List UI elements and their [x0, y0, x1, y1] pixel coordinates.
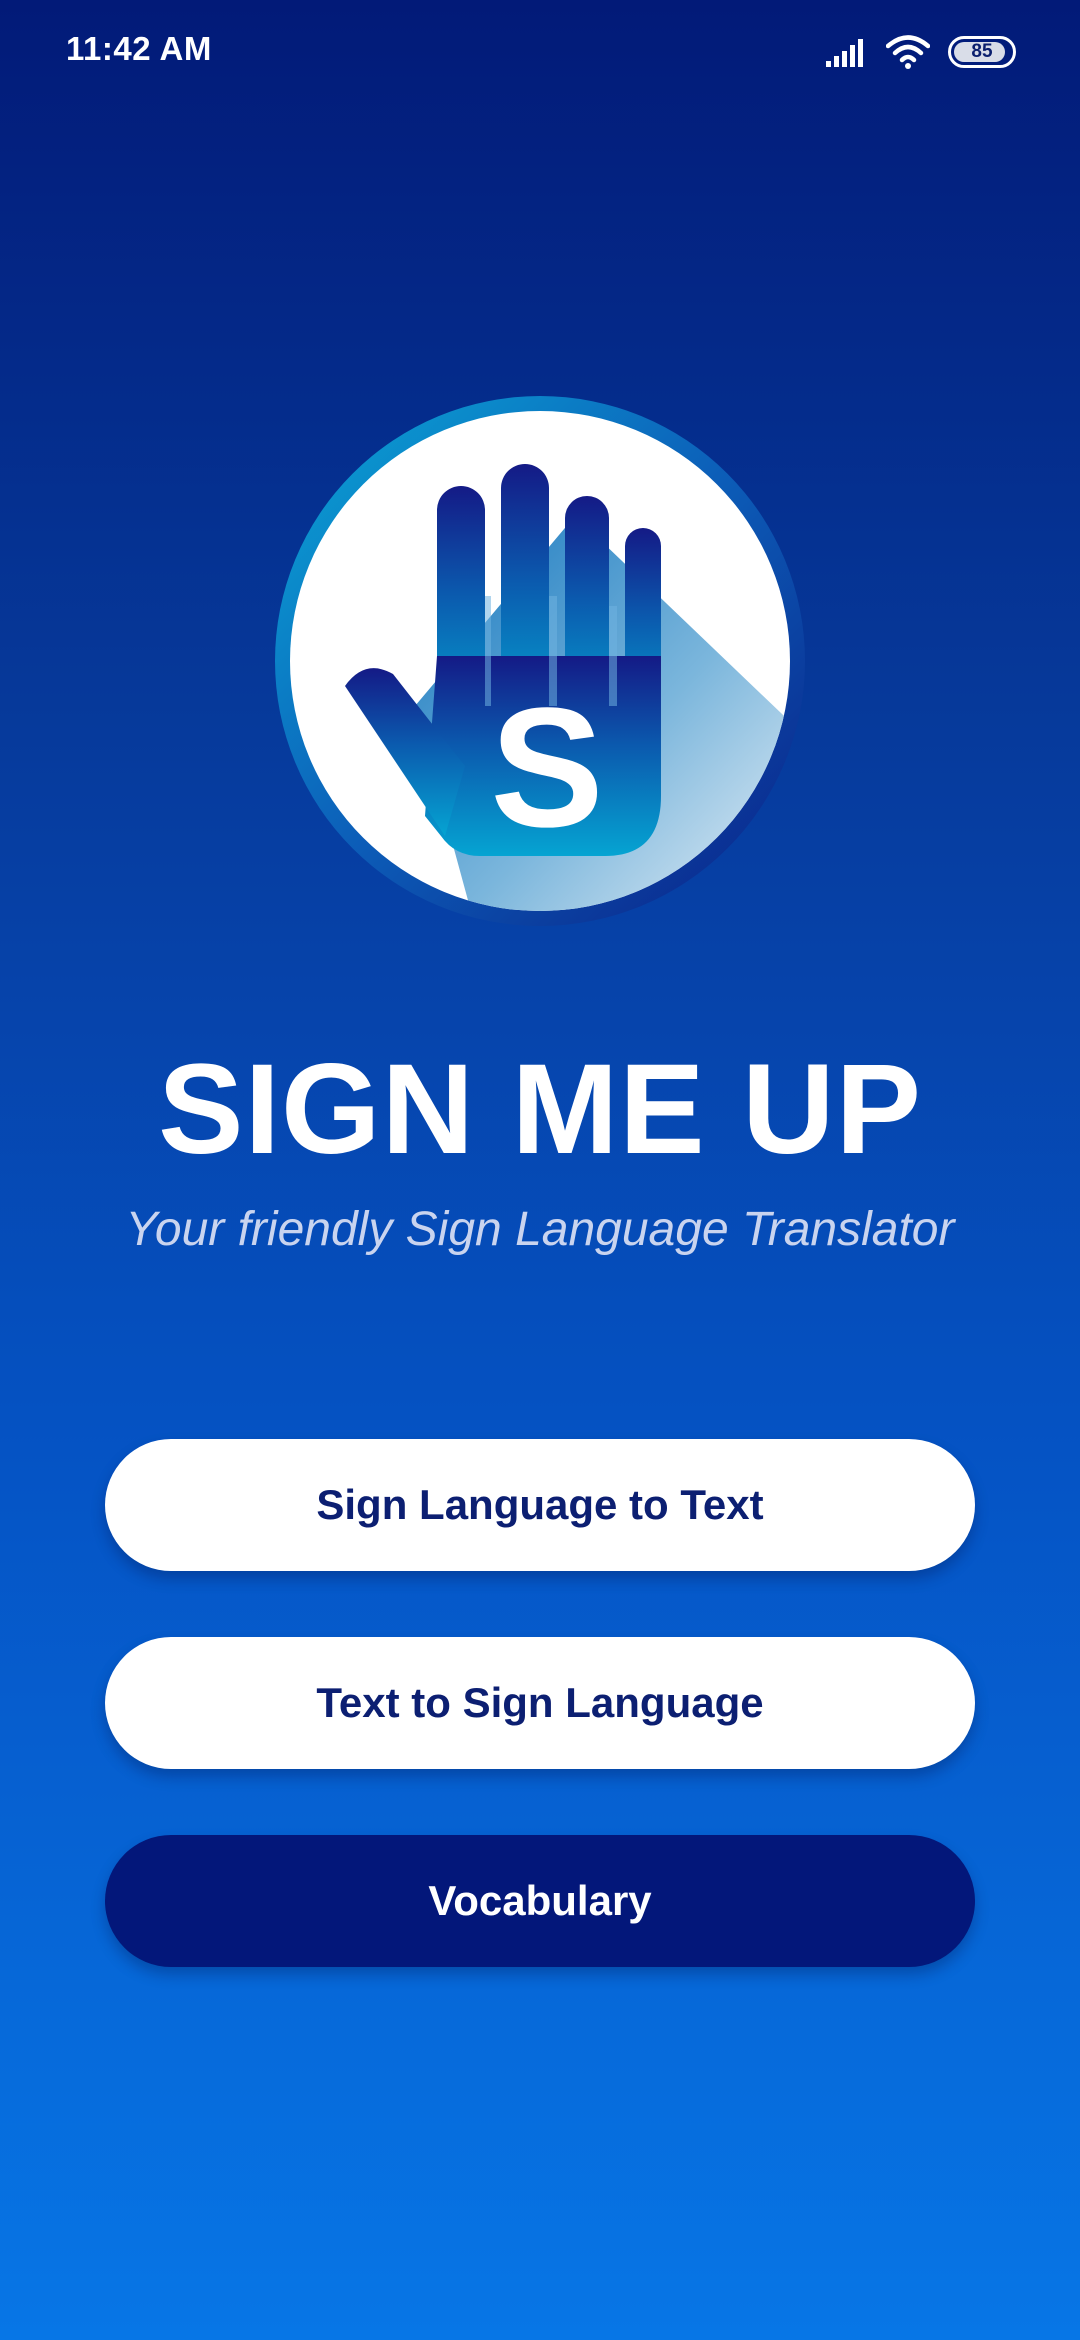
app-subtitle: Your friendly Sign Language Translator [125, 1203, 955, 1256]
text-to-sign-button[interactable]: Text to Sign Language [105, 1637, 975, 1769]
status-icons: 85 [826, 30, 1016, 74]
app-title: SIGN ME UP [158, 1038, 922, 1181]
hand-s-logo-icon: S [275, 396, 805, 926]
status-time: 11:42 AM [66, 30, 212, 67]
vocabulary-button[interactable]: Vocabulary [105, 1835, 975, 1967]
signal-icon [826, 39, 863, 67]
battery-level: 85 [971, 41, 993, 62]
sign-to-text-button[interactable]: Sign Language to Text [105, 1439, 975, 1571]
wifi-icon [886, 35, 930, 69]
status-bar: 11:42 AM 85 [0, 0, 1080, 100]
battery-icon: 85 [948, 36, 1016, 68]
logo-letter: S [490, 673, 603, 863]
